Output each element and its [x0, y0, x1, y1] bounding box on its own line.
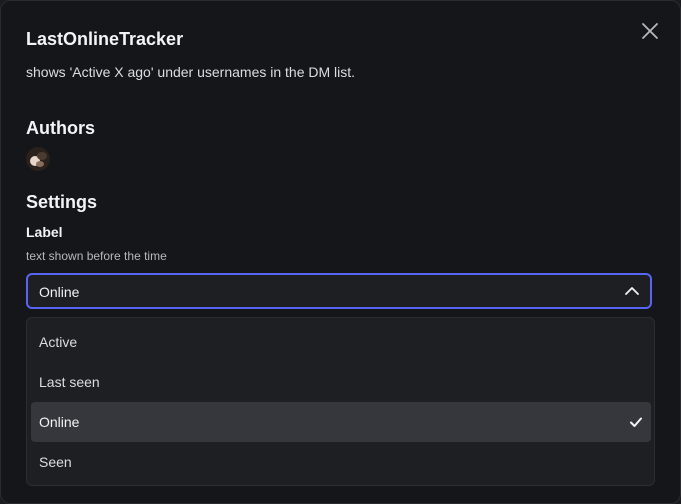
check-icon — [630, 417, 642, 427]
option-online[interactable]: Online — [31, 402, 651, 442]
option-label: Online — [39, 414, 80, 430]
avatar-image — [26, 147, 50, 171]
option-active[interactable]: Active — [31, 322, 651, 362]
select-value: Online — [39, 284, 80, 300]
plugin-settings-modal: LastOnlineTracker shows 'Active X ago' u… — [0, 0, 681, 504]
option-label: Last seen — [39, 374, 100, 390]
option-label: Active — [39, 334, 78, 350]
chevron-up-icon — [625, 287, 639, 295]
option-last-seen[interactable]: Last seen — [31, 362, 651, 402]
option-seen[interactable]: Seen — [31, 442, 651, 482]
authors-heading: Authors — [26, 118, 95, 138]
settings-heading: Settings — [26, 192, 98, 212]
plugin-description: shows 'Active X ago' under usernames in … — [26, 64, 356, 80]
close-icon — [642, 23, 658, 39]
label-select[interactable]: Online — [26, 273, 652, 309]
setting-help-text: text shown before the time — [26, 249, 167, 263]
select-dropdown-menu: Active Last seen Online Seen — [26, 317, 655, 486]
close-button[interactable] — [638, 19, 662, 43]
plugin-title: LastOnlineTracker — [26, 29, 184, 49]
setting-label: Label — [26, 224, 63, 240]
author-avatar[interactable] — [26, 147, 50, 171]
option-label: Seen — [39, 454, 72, 470]
